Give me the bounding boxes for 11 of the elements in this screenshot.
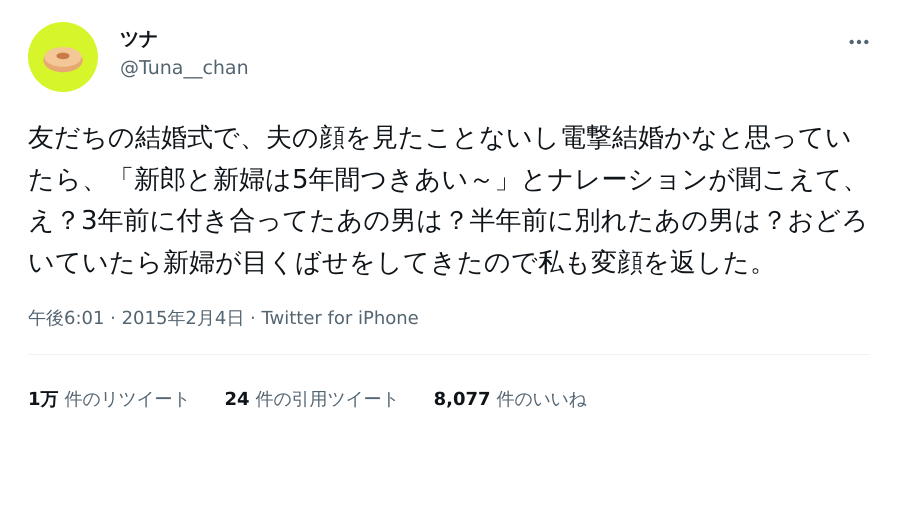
stat-count[interactable]: 24 <box>224 389 250 410</box>
tweet-timestamp[interactable]: 午後6:01 · 2015年2月4日 · Twitter for iPhone <box>28 306 870 330</box>
author-name[interactable]: ツナ <box>120 26 249 52</box>
stat-count[interactable]: 1万 <box>28 389 59 410</box>
stat-label[interactable]: 件の引用ツイート <box>256 389 400 410</box>
author-handle[interactable]: @Tuna__chan <box>120 52 249 84</box>
stat-count[interactable]: 8,077 <box>434 389 491 410</box>
more-icon[interactable] <box>848 38 870 46</box>
tweet-text: 友だちの結婚式で、夫の顔を見たことないし電撃結婚かなと思っていたら、「新郎と新婦は5年間つきあい～」とナレーションが聞こえて、え？3年前に付き合ってたあの男は？半年前に別れたあの男は？おどろいていたら新婦が目くばせをしてきたので私も変顔を返した。 <box>28 122 870 280</box>
stat-label[interactable]: 件のいいね <box>496 389 587 410</box>
stat-label[interactable]: 件のリツイート <box>64 389 191 410</box>
